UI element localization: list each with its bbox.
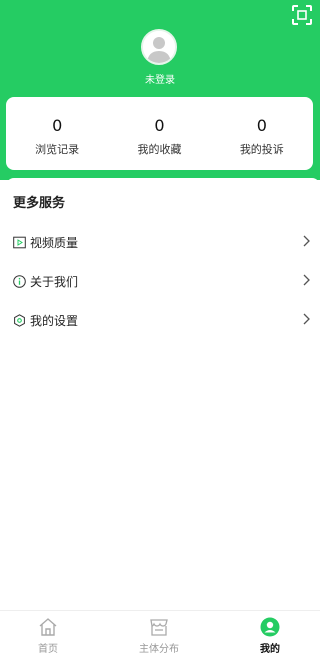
- service-item-settings[interactable]: 我的设置: [6, 308, 311, 332]
- stat-complaints[interactable]: 0 我的投诉: [217, 117, 307, 157]
- home-icon: [39, 618, 57, 636]
- scan-button[interactable]: [291, 4, 313, 26]
- stat-value: 0: [52, 116, 63, 135]
- services-title: 更多服务: [13, 196, 66, 211]
- stat-value: 0: [256, 116, 267, 135]
- stats-card: 0 浏览记录 0 我的收藏 0 我的投诉: [6, 97, 313, 170]
- chevron-right-icon: [303, 235, 310, 247]
- tab-mine[interactable]: 我的: [230, 617, 310, 655]
- stat-label: 浏览记录: [35, 143, 80, 156]
- tab-bar: 首页 主体分布 我的: [0, 610, 320, 660]
- user-avatar-icon: [143, 31, 175, 63]
- tab-label: 主体分布: [139, 644, 179, 655]
- tab-label: 我的: [260, 644, 280, 655]
- chevron-right-icon: [303, 313, 310, 325]
- stat-favorites[interactable]: 0 我的收藏: [114, 117, 204, 157]
- tab-label: 首页: [38, 644, 58, 655]
- info-icon: [13, 274, 26, 288]
- stat-value: 0: [154, 116, 165, 135]
- services-card: 更多服务 视频质量 关于我们 我的设置: [6, 178, 320, 610]
- login-status[interactable]: 未登录: [0, 71, 320, 86]
- video-icon: [13, 236, 26, 248]
- stat-history[interactable]: 0 浏览记录: [12, 117, 102, 157]
- tab-distribution[interactable]: 主体分布: [119, 617, 199, 655]
- avatar[interactable]: [141, 29, 177, 65]
- tab-home[interactable]: 首页: [8, 617, 88, 655]
- service-item-about-us[interactable]: 关于我们: [6, 269, 311, 293]
- service-item-video-quality[interactable]: 视频质量: [6, 230, 311, 254]
- stat-label: 我的收藏: [137, 143, 182, 156]
- service-label: 我的设置: [30, 313, 79, 328]
- service-label: 关于我们: [30, 274, 79, 289]
- chevron-right-icon: [303, 274, 310, 286]
- settings-icon: [14, 313, 25, 327]
- store-icon: [150, 619, 168, 636]
- service-label: 视频质量: [30, 235, 79, 250]
- profile-icon: [260, 617, 280, 637]
- scan-icon: [292, 5, 312, 25]
- stat-label: 我的投诉: [239, 143, 284, 156]
